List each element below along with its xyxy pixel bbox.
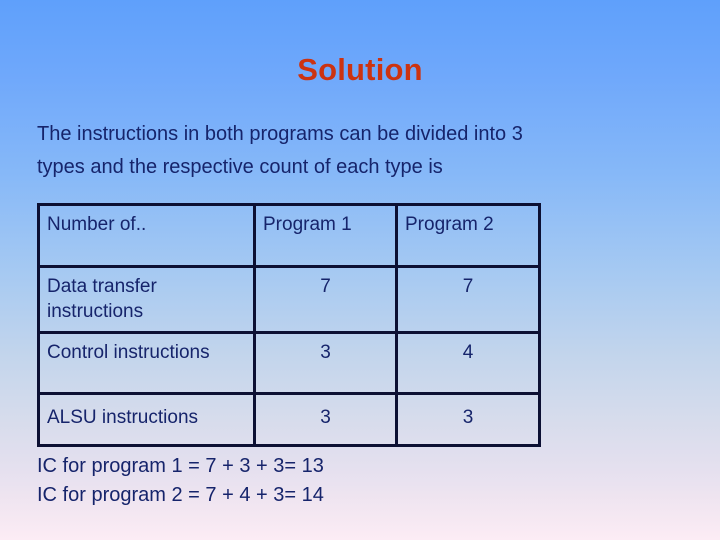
table-row: ALSU instructions 3 3 [37, 392, 541, 447]
intro-line-1: The instructions in both programs can be… [37, 123, 523, 145]
summary-line-program-1: IC for program 1 = 7 + 3 + 3= 13 [37, 455, 324, 477]
intro-line-2: types and the respective count of each t… [37, 156, 443, 178]
column-header-program-1: Program 1 [253, 203, 398, 268]
column-header-category: Number of.. [37, 203, 256, 268]
row-label-alsu-instructions: ALSU instructions [37, 392, 256, 447]
row-label-line-1: Data transfer [47, 276, 157, 297]
row-label-control-instructions: Control instructions [37, 331, 256, 395]
cell-data-transfer-program-2: 7 [395, 265, 541, 334]
cell-control-program-1: 3 [253, 331, 398, 395]
intro-paragraph: The instructions in both programs can be… [37, 118, 657, 184]
row-label-data-transfer: Data transfer instructions [37, 265, 256, 334]
table-row: Data transfer instructions 7 7 [37, 265, 541, 334]
instruction-count-summary: IC for program 1 = 7 + 3 + 3= 13 IC for … [37, 452, 657, 510]
column-header-program-2: Program 2 [395, 203, 541, 268]
cell-alsu-program-1: 3 [253, 392, 398, 447]
table-row: Control instructions 3 4 [37, 331, 541, 395]
summary-line-program-2: IC for program 2 = 7 + 4 + 3= 14 [37, 484, 324, 506]
row-label-line-2: instructions [47, 301, 144, 322]
cell-alsu-program-2: 3 [395, 392, 541, 447]
instruction-count-table: Number of.. Program 1 Program 2 Data tra… [37, 203, 541, 447]
cell-control-program-2: 4 [395, 331, 541, 395]
page-title: Solution [297, 52, 423, 87]
cell-data-transfer-program-1: 7 [253, 265, 398, 334]
slide-canvas: Solution The instructions in both progra… [0, 0, 720, 540]
table-header-row: Number of.. Program 1 Program 2 [37, 203, 541, 268]
